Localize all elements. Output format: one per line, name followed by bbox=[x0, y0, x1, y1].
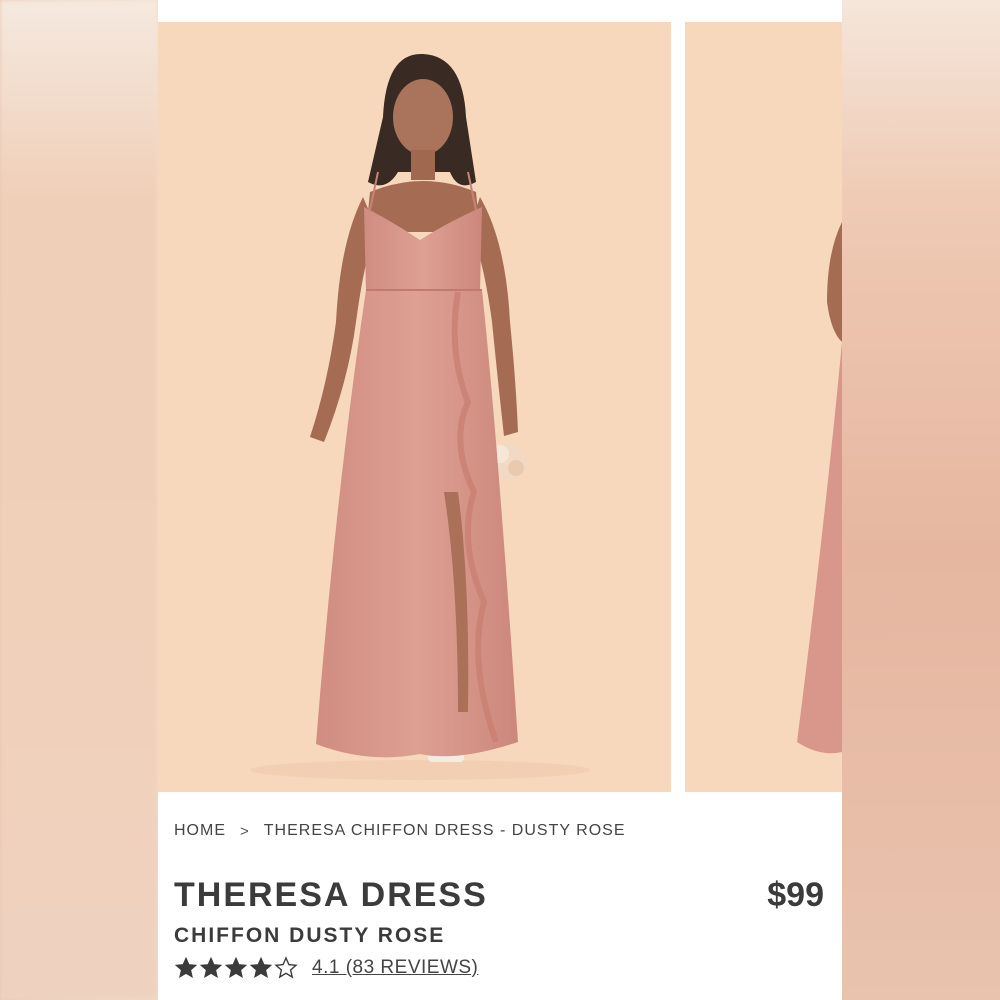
breadcrumb-current[interactable]: THERESA CHIFFON DRESS - DUSTY ROSE bbox=[264, 822, 626, 840]
product-subtitle: CHIFFON DUSTY ROSE bbox=[174, 924, 446, 947]
product-info: HOME > THERESA CHIFFON DRESS - DUSTY ROS… bbox=[174, 822, 826, 979]
blurred-background-right bbox=[842, 0, 1000, 1000]
product-price: $99 bbox=[767, 876, 824, 914]
title-row: THERESA DRESS $99 bbox=[174, 876, 826, 916]
chevron-right-icon: > bbox=[240, 822, 250, 840]
product-page: HOME > THERESA CHIFFON DRESS - DUSTY ROS… bbox=[158, 0, 842, 1000]
star-filled-icon bbox=[174, 956, 198, 979]
model-dress-partial-illustration bbox=[685, 22, 842, 792]
star-filled-icon bbox=[224, 956, 248, 979]
rating-stars bbox=[174, 956, 298, 980]
star-outline-icon bbox=[274, 956, 298, 979]
reviews-link[interactable]: 4.1 (83 REVIEWS) bbox=[312, 957, 478, 979]
product-image-main[interactable] bbox=[158, 22, 671, 792]
model-dress-illustration bbox=[158, 22, 671, 792]
star-filled-icon bbox=[249, 956, 273, 979]
product-image-gallery[interactable] bbox=[158, 22, 842, 792]
breadcrumb-home-link[interactable]: HOME bbox=[174, 822, 226, 840]
blurred-background-left bbox=[0, 0, 158, 1000]
breadcrumb: HOME > THERESA CHIFFON DRESS - DUSTY ROS… bbox=[174, 822, 826, 840]
product-image-next[interactable] bbox=[685, 22, 842, 792]
product-title: THERESA DRESS bbox=[174, 876, 488, 914]
rating-row: 4.1 (83 REVIEWS) bbox=[174, 956, 478, 980]
star-filled-icon bbox=[199, 956, 223, 979]
